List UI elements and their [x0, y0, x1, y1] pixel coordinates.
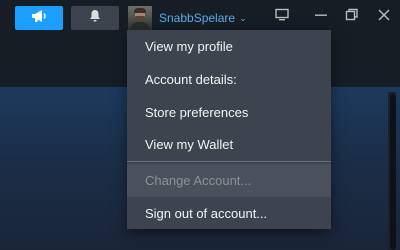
menu-item-view-profile[interactable]: View my profile	[127, 30, 331, 63]
menu-item-change-account[interactable]: Change Account...	[127, 164, 331, 197]
megaphone-icon	[30, 9, 48, 28]
minimize-icon	[314, 8, 328, 26]
account-dropdown-menu: View my profile Account details: Store p…	[127, 30, 331, 229]
close-icon	[377, 8, 391, 27]
minimize-button[interactable]	[309, 6, 333, 28]
account-menu-button[interactable]: SnabbSpelare ⌄	[128, 6, 258, 30]
restore-button[interactable]	[340, 6, 364, 28]
avatar	[128, 6, 152, 30]
monitor-icon	[275, 8, 289, 26]
announcements-button[interactable]	[15, 6, 63, 30]
menu-item-account-details[interactable]: Account details:	[127, 63, 331, 96]
menu-item-view-wallet[interactable]: View my Wallet	[127, 128, 331, 161]
menu-item-store-preferences[interactable]: Store preferences	[127, 96, 331, 129]
restore-icon	[345, 8, 359, 26]
steam-client-window: SnabbSpelare ⌄ View my profile Account d…	[0, 0, 400, 250]
menu-item-sign-out[interactable]: Sign out of account...	[127, 197, 331, 230]
big-picture-button[interactable]	[270, 6, 294, 28]
chevron-down-icon: ⌄	[239, 12, 247, 23]
account-name: SnabbSpelare	[159, 11, 236, 25]
close-button[interactable]	[372, 6, 396, 28]
menu-divider	[127, 161, 331, 162]
bell-icon	[89, 9, 101, 27]
scrollbar-thumb[interactable]	[390, 94, 396, 250]
notifications-button[interactable]	[71, 6, 119, 30]
